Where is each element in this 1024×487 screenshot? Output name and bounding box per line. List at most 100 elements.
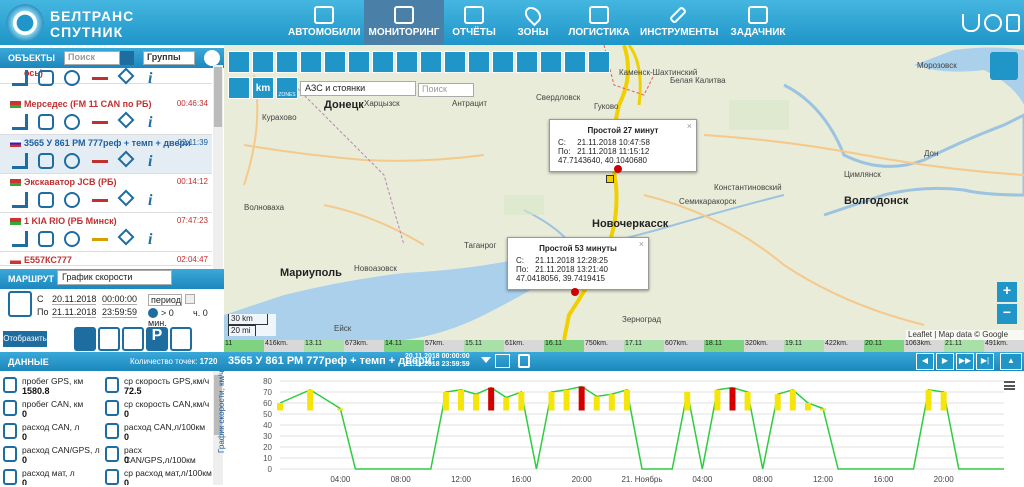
cross-icon[interactable] [348, 51, 370, 73]
objects-gear-icon[interactable] [204, 50, 220, 66]
nav-zones[interactable]: ЗОНЫ [510, 0, 556, 45]
object-item[interactable]: Экскаватор JCB (РБ) 00:14:12 i [0, 174, 212, 213]
groups-select[interactable]: Группы [143, 51, 195, 65]
stop-marker-icon[interactable] [571, 288, 579, 296]
map-settings-icon[interactable] [228, 51, 250, 73]
play-button[interactable]: ▶ [936, 353, 954, 370]
light-icon[interactable] [444, 51, 466, 73]
strip-day[interactable]: 19.11 [784, 340, 824, 352]
info-icon[interactable]: i [148, 70, 164, 87]
alert-icon[interactable] [420, 51, 442, 73]
fast-forward-button[interactable]: ▶▶ [956, 353, 974, 370]
close-icon[interactable]: × [687, 121, 692, 131]
period-select[interactable]: период [148, 294, 182, 306]
info-icon[interactable]: i [148, 192, 164, 209]
to-date-input[interactable]: 21.11.2018 [52, 307, 97, 318]
search-icon[interactable] [120, 51, 134, 65]
objects-search-input[interactable]: Поиск [64, 51, 120, 65]
prev-button[interactable]: ◀ [916, 353, 934, 370]
nav-avtomobili[interactable]: АВТОМОБИЛИ [288, 0, 360, 45]
strip-mileage[interactable]: 1063km. [904, 340, 944, 352]
strip-mileage[interactable]: 57km. [424, 340, 464, 352]
nav-tasks[interactable]: ЗАДАЧНИК [728, 0, 788, 45]
tower-icon[interactable] [492, 51, 514, 73]
info-icon[interactable]: i [148, 153, 164, 170]
minus-icon[interactable] [228, 77, 250, 99]
parking-button[interactable]: P [146, 327, 168, 351]
daily-mileage-strip[interactable]: 11 416km. 13.11 673km. 14.11 57km. 15.11 61km. 1… [224, 340, 1024, 352]
speed-toggle-icon[interactable] [148, 308, 158, 318]
strip-day[interactable]: 11 [224, 340, 264, 352]
from-time-input[interactable]: 00:00:00 [102, 294, 138, 305]
object-item-selected[interactable]: 3565 У 861 РМ 777реф + темп + двери 02:1… [0, 135, 212, 174]
collapse-button[interactable]: ▲ [1000, 353, 1022, 370]
dropdown-icon[interactable] [185, 294, 195, 304]
route-type-select[interactable]: График скорости [57, 270, 172, 285]
compass-icon[interactable] [372, 51, 394, 73]
strip-mileage[interactable]: 750km. [584, 340, 624, 352]
exit-icon[interactable] [1006, 14, 1020, 32]
clipboard-icon[interactable] [518, 354, 530, 368]
speed-chart[interactable]: 0 10 20 30 40 50 60 70 80 04:00 08:00 12:00 16:00 20:… [224, 371, 1024, 485]
object-item[interactable]: Мерседес (FM 11 CAN по РБ) 00:46:34 i [0, 96, 212, 135]
strip-mileage[interactable]: 320km. [744, 340, 784, 352]
speed-gt-input[interactable]: > 0 [161, 308, 174, 318]
from-date-input[interactable]: 20.11.2018 [52, 294, 97, 305]
target-icon[interactable] [396, 51, 418, 73]
vehicle-marker-icon[interactable] [606, 175, 614, 183]
route-draw-icon[interactable] [300, 51, 322, 73]
route-satellite-button[interactable] [122, 327, 144, 351]
ruler-icon[interactable] [252, 51, 274, 73]
map-search-input[interactable]: Поиск [418, 83, 474, 97]
nav-monitoring[interactable]: МОНИТОРИНГ [364, 0, 444, 45]
object-item[interactable]: Е557КС777 02:04:47 [0, 252, 212, 266]
info-icon[interactable]: i [148, 114, 164, 131]
strip-day[interactable]: 17.11 [624, 340, 664, 352]
chart-icon[interactable] [495, 354, 510, 368]
strip-mileage[interactable]: 61km. [504, 340, 544, 352]
chevron-down-icon[interactable] [481, 357, 491, 365]
fullscreen-icon[interactable] [588, 51, 610, 73]
weather-icon[interactable] [540, 51, 562, 73]
strip-day[interactable]: 14.11 [384, 340, 424, 352]
strip-day[interactable]: 21.11 [944, 340, 984, 352]
nav-logistics[interactable]: ЛОГИСТИКА [566, 0, 632, 45]
scroll-thumb[interactable] [214, 67, 222, 127]
strip-mileage[interactable]: 673km. [344, 340, 384, 352]
info-icon[interactable]: i [148, 231, 164, 248]
show-route-button[interactable]: Отобразить [3, 331, 47, 347]
layers-icon[interactable] [990, 52, 1018, 80]
strip-mileage[interactable]: 416km. [264, 340, 304, 352]
skip-end-button[interactable]: ▶| [976, 353, 994, 370]
nav-tools[interactable]: ИНСТРУМЕНТЫ [640, 0, 718, 45]
close-icon[interactable]: × [639, 239, 644, 249]
stop-marker-icon[interactable] [614, 165, 622, 173]
menu-icon[interactable] [1004, 381, 1015, 390]
zoom-in-button[interactable]: + [997, 282, 1017, 302]
route-stops-button[interactable] [170, 327, 192, 351]
route-speedometer-button[interactable] [74, 327, 96, 351]
zoom-out-button[interactable]: − [997, 304, 1017, 324]
zones-button[interactable]: ZONES [276, 77, 298, 99]
truck-icon[interactable] [516, 51, 538, 73]
strip-day[interactable]: 18.11 [704, 340, 744, 352]
strip-mileage[interactable]: 491km. [984, 340, 1024, 352]
calendar-icon[interactable] [8, 291, 32, 317]
warning-icon[interactable] [324, 51, 346, 73]
gear-icon[interactable] [984, 14, 1002, 32]
object-item[interactable]: 1 KIA RIO (РБ Минск) 07:47:23 i [0, 213, 212, 252]
to-time-input[interactable]: 23:59:59 [102, 307, 138, 318]
route-pin-button[interactable] [98, 327, 120, 351]
object-item[interactable]: ось) i [0, 66, 212, 87]
strip-day[interactable]: 15.11 [464, 340, 504, 352]
km-button[interactable]: km [252, 77, 274, 99]
move-icon[interactable] [564, 51, 586, 73]
layer-select[interactable]: АЗС и стоянки [300, 81, 416, 96]
strip-day[interactable]: 20.11 [864, 340, 904, 352]
strip-mileage[interactable]: 607km. [664, 340, 704, 352]
strip-day[interactable]: 13.11 [304, 340, 344, 352]
stop-icon[interactable] [468, 51, 490, 73]
phone-icon[interactable] [962, 14, 980, 32]
strip-mileage[interactable]: 422km. [824, 340, 864, 352]
hours-input[interactable]: ч. 0 [193, 308, 208, 318]
